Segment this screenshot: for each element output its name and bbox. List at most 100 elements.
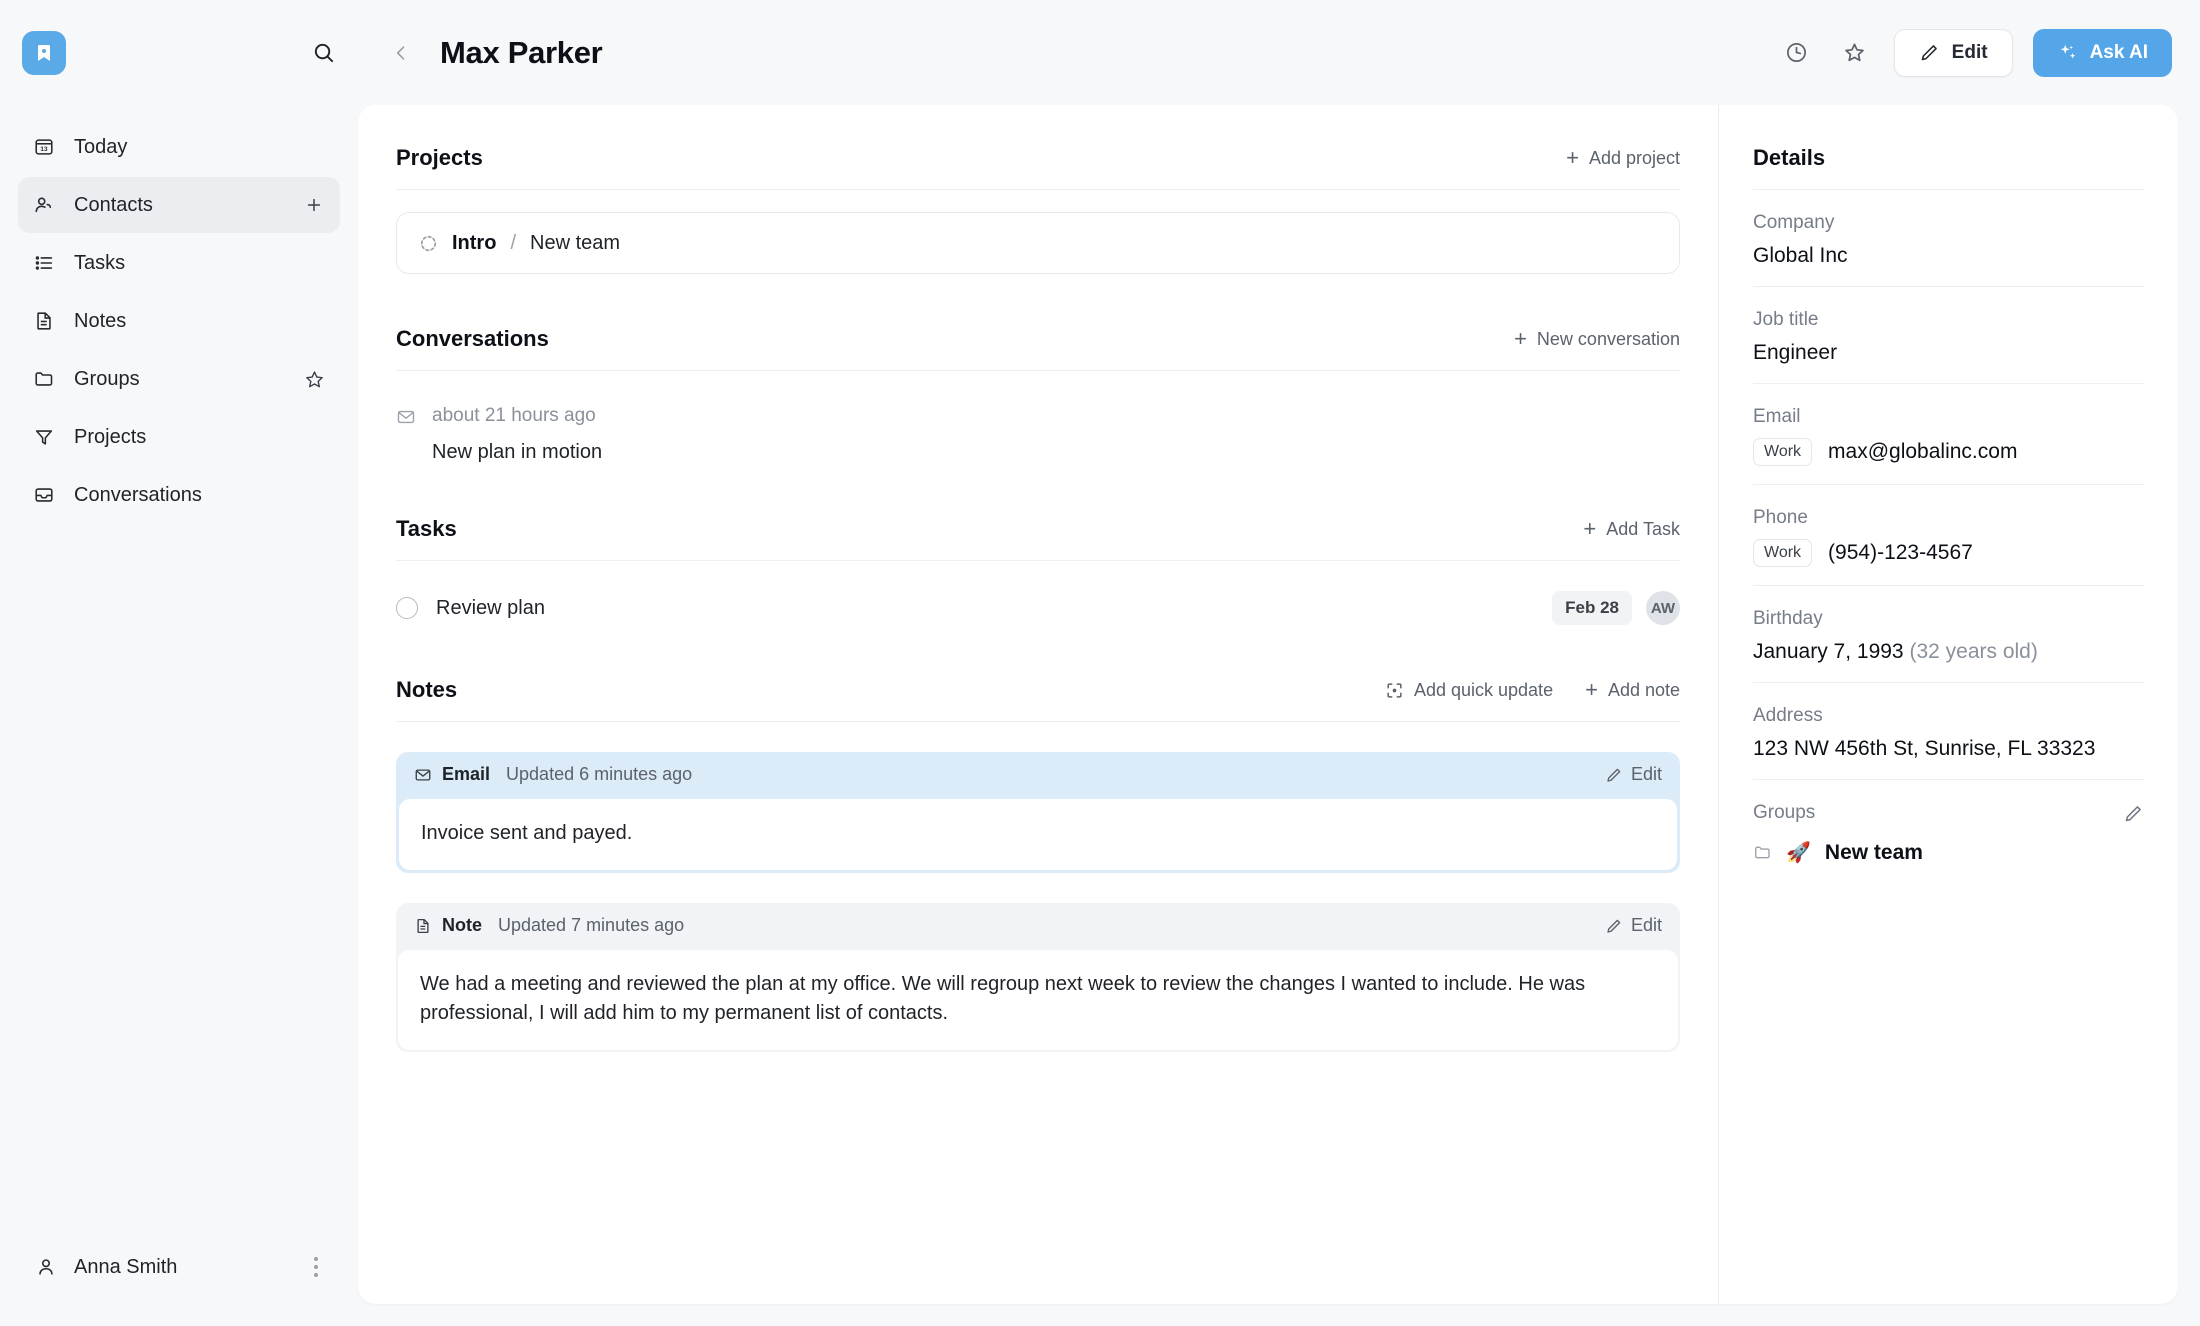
pencil-icon [1921,45,1937,61]
email-type-tag: Work [1753,438,1813,466]
back-button[interactable] [388,40,414,66]
detail-label: Company [1753,212,1835,233]
tasks-section-header: Tasks + Add Task [396,516,1680,561]
sidebar-item-label: Notes [74,309,127,332]
sidebar-item-contacts[interactable]: Contacts [18,177,340,233]
detail-value[interactable]: Global Inc [1753,244,2144,268]
search-icon[interactable] [306,36,340,70]
detail-label: Job title [1753,309,1819,330]
birthday-age: (32 years old) [1909,640,2038,663]
pencil-icon [1607,768,1621,782]
conversation-time: about 21 hours ago [432,405,596,426]
task-checkbox[interactable] [396,597,418,619]
sidebar-item-conversations[interactable]: Conversations [18,467,340,523]
note-body[interactable]: We had a meeting and reviewed the plan a… [398,950,1678,1050]
sidebar-item-notes[interactable]: Notes [18,293,340,349]
conversation-row[interactable]: about 21 hours ago New plan in motion [396,405,1680,464]
sidebar-user-name: Anna Smith [74,1255,178,1278]
favorite-button[interactable] [1836,34,1874,72]
main-column: Projects + Add project Intro / New team [358,105,1718,1304]
edit-groups-button[interactable] [2123,803,2144,824]
project-row[interactable]: Intro / New team [396,212,1680,274]
task-due-date[interactable]: Feb 28 [1552,591,1632,625]
sidebar-nav: 13 Today Contacts Tasks Notes Groups Pro… [18,105,340,523]
pencil-icon [2125,805,2141,821]
note-edit-label: Edit [1630,915,1662,935]
detail-label: Birthday [1753,608,1823,629]
detail-birthday: Birthday January 7, 1993 (32 years old) [1753,586,2144,683]
bookmark-icon [38,44,50,61]
birthday-date: January 7, 1993 [1753,640,1904,663]
project-separator: / [510,231,516,254]
detail-value[interactable]: Engineer [1753,341,2144,365]
person-icon [34,1255,58,1279]
sidebar-item-today[interactable]: 13 Today [18,119,340,175]
detail-value-row[interactable]: January 7, 1993 (32 years old) [1753,640,2144,664]
sidebar-item-tasks[interactable]: Tasks [18,235,340,291]
list-icon [32,251,56,275]
group-name: New team [1824,840,1923,864]
document-icon [32,309,56,333]
svg-text:13: 13 [40,146,48,153]
conversation-subject: New plan in motion [432,441,603,463]
top-bar: Max Parker Edit Ask AI [0,0,2200,105]
note-card-email: Email Updated 6 minutes ago Edit Invoice… [396,752,1680,873]
kebab-menu-icon[interactable] [308,1251,324,1283]
edit-button[interactable]: Edit [1893,28,2013,77]
sidebar-item-label: Tasks [74,251,126,274]
sidebar-item-projects[interactable]: Projects [18,409,340,465]
task-name: Review plan [436,596,545,619]
add-note-button[interactable]: + Add note [1585,679,1680,701]
add-task-button[interactable]: + Add Task [1583,518,1680,540]
ask-ai-button[interactable]: Ask AI [2032,28,2172,77]
sidebar-item-label: Projects [74,425,147,448]
projects-section-header: Projects + Add project [396,145,1680,190]
conversations-title: Conversations [396,326,549,351]
star-icon [1845,43,1864,62]
document-icon [414,917,432,935]
detail-address: Address 123 NW 456th St, Sunrise, FL 333… [1753,683,2144,780]
detail-label: Groups [1753,802,1816,823]
sidebar-item-label: Today [74,135,128,158]
note-kind: Note [442,915,482,935]
app-logo[interactable] [22,30,66,75]
add-task-label: Add Task [1606,518,1680,539]
ask-ai-button-label: Ask AI [2089,41,2148,63]
sparkles-icon [2060,44,2075,58]
new-conversation-button[interactable]: + New conversation [1514,328,1680,350]
detail-value[interactable]: 123 NW 456th St, Sunrise, FL 33323 [1753,737,2144,761]
funnel-icon [32,425,56,449]
task-row[interactable]: Review plan Feb 28 AW [396,591,1680,625]
chevron-left-icon [396,45,405,60]
add-project-button[interactable]: + Add project [1566,147,1680,169]
header-actions: Edit Ask AI [1778,28,2172,77]
detail-label: Address [1753,705,1823,726]
add-contact-button[interactable] [302,193,326,217]
details-title: Details [1753,145,2144,190]
sidebar-item-groups[interactable]: Groups [18,351,340,407]
detail-label: Phone [1753,507,1808,528]
detail-value[interactable]: (954)-123-4567 [1828,541,1973,565]
star-icon [305,370,323,387]
detail-value[interactable]: max@globalinc.com [1828,440,2017,464]
task-assignee-avatar[interactable]: AW [1646,591,1680,625]
group-row[interactable]: 🚀 New team [1753,840,2144,865]
focus-dot-icon [1385,681,1404,700]
tasks-title: Tasks [396,516,457,541]
history-button[interactable] [1778,34,1816,72]
calendar-13-icon: 13 [32,135,56,159]
detail-job-title: Job title Engineer [1753,287,2144,384]
folder-icon [1753,843,1772,862]
add-quick-update-button[interactable]: Add quick update [1385,680,1553,701]
folder-icon [32,367,56,391]
note-edit-button[interactable]: Edit [1605,764,1662,785]
detail-company: Company Global Inc [1753,190,2144,287]
note-kind: Email [442,764,491,784]
sidebar-user[interactable]: Anna Smith [18,1230,340,1326]
note-edit-button[interactable]: Edit [1605,915,1662,936]
note-body[interactable]: Invoice sent and payed. [399,799,1677,870]
groups-favorite-button[interactable] [302,367,326,391]
detail-email: Email Work max@globalinc.com [1753,384,2144,485]
detail-phone: Phone Work (954)-123-4567 [1753,485,2144,586]
project-group: New team [530,231,621,254]
